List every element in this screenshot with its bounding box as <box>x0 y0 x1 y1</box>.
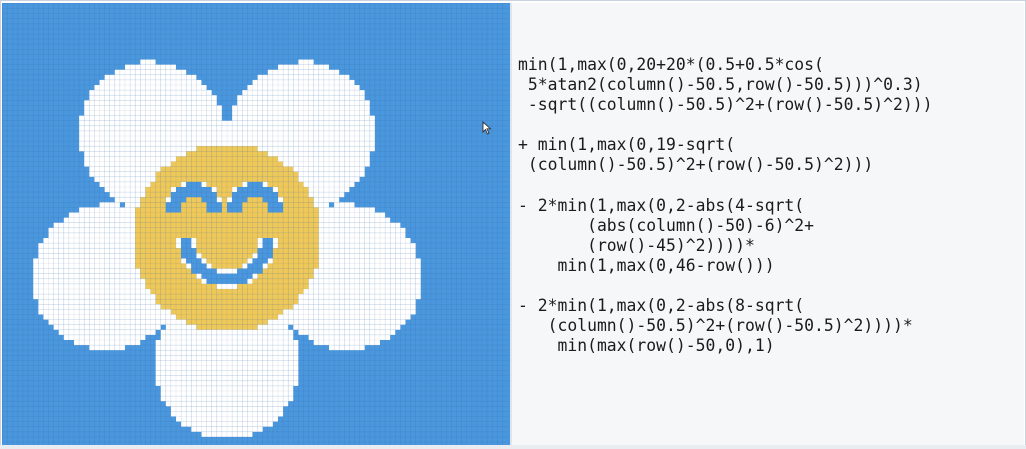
mouse-pointer-icon <box>482 120 492 140</box>
formula-eyes: - 2*min(1,max(0,2-abs(4-sqrt( (abs(colum… <box>518 196 815 275</box>
formula-panel: min(1,max(0,20+20*(0.5+0.5*cos( 5*atan2(… <box>512 3 1024 447</box>
formula-center: + min(1,max(0,19-sqrt( (column()-50.5)^2… <box>518 135 874 174</box>
formula-smile: - 2*min(1,max(0,2-abs(8-sqrt( (column()-… <box>518 296 913 355</box>
formula-petals: min(1,max(0,20+20*(0.5+0.5*cos( 5*atan2(… <box>518 55 933 114</box>
bottom-strip <box>0 445 1026 449</box>
pixel-art-panel <box>2 3 510 447</box>
pixel-flower-image <box>2 3 510 447</box>
